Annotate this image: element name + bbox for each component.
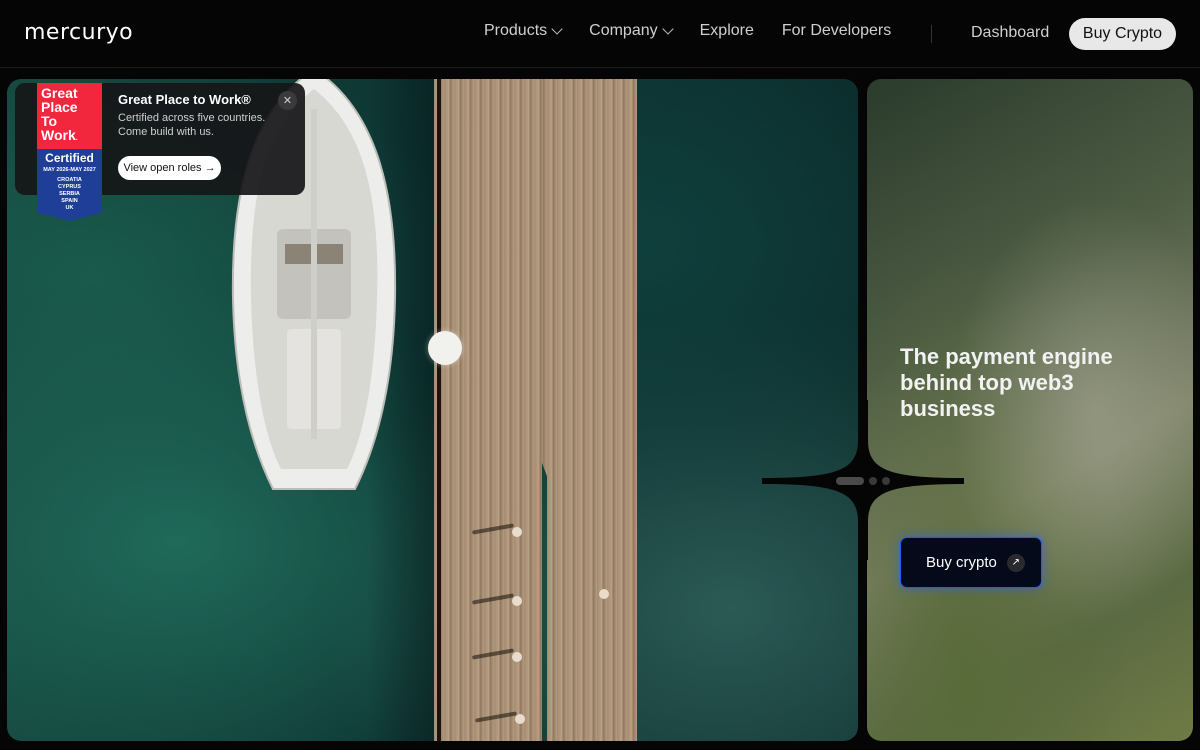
nav-for-developers-label: For Developers xyxy=(781,22,892,39)
buoy xyxy=(428,331,462,365)
chevron-down-icon xyxy=(551,23,563,35)
slider-dot-active[interactable] xyxy=(836,477,864,485)
nav-company-label: Company xyxy=(589,22,658,39)
arrow-up-right-icon: ↗ xyxy=(1006,553,1025,572)
person-figure xyxy=(599,589,609,599)
slider-pagination xyxy=(836,477,890,485)
nav-explore[interactable]: Explore xyxy=(700,22,754,40)
person-figure xyxy=(512,652,522,662)
badge-country: UK xyxy=(65,205,74,211)
badge-line: Work. xyxy=(41,127,78,143)
chevron-down-icon xyxy=(661,23,674,35)
badge-certified-label: Certified xyxy=(45,151,94,165)
badge-line: Great xyxy=(41,85,78,101)
badge-logo: Great Place To Work. xyxy=(37,83,102,149)
close-icon[interactable]: ✕ xyxy=(278,91,297,110)
badge-line-text: Work xyxy=(41,127,76,143)
nav-links: Products Company Explore For Developers xyxy=(484,22,891,40)
badge-line: Place xyxy=(41,99,78,115)
badge-country: CROATIA xyxy=(57,177,82,183)
buy-crypto-button[interactable]: Buy Crypto xyxy=(1069,18,1176,50)
nav-products[interactable]: Products xyxy=(484,22,563,40)
badge-certified: Certified MAY 2026-MAY 2027 CROATIA CYPR… xyxy=(37,149,102,221)
badge-dates: MAY 2026-MAY 2027 xyxy=(43,167,96,173)
award-subtitle: Certified across five countries. Come bu… xyxy=(118,112,266,138)
view-open-roles-button[interactable]: View open roles → xyxy=(118,156,221,180)
top-nav: mercuryo Products Company Explore For De… xyxy=(0,0,1200,68)
person-figure xyxy=(512,527,522,537)
mercuryo-logo[interactable]: mercuryo xyxy=(24,20,133,45)
great-place-to-work-badge: Great Place To Work. Certified MAY 2026-… xyxy=(37,83,102,221)
nav-company[interactable]: Company xyxy=(589,22,674,40)
wooden-dock xyxy=(434,79,542,741)
award-title: Great Place to Work® xyxy=(118,92,251,107)
nav-for-developers[interactable]: For Developers xyxy=(782,22,891,40)
dock-edge xyxy=(437,79,441,741)
badge-country: SERBIA xyxy=(59,191,80,197)
badge-countries: CROATIA CYPRUS SERBIA SPAIN UK xyxy=(37,177,102,212)
person-figure xyxy=(512,596,522,606)
nav-divider xyxy=(931,25,932,43)
slider-dot[interactable] xyxy=(882,477,890,485)
badge-country: SPAIN xyxy=(61,198,78,204)
badge-country: CYPRUS xyxy=(58,184,81,190)
badge-line: To xyxy=(41,113,58,129)
slider-dot[interactable] xyxy=(869,477,877,485)
nav-products-label: Products xyxy=(484,22,548,39)
person-figure xyxy=(515,714,525,724)
dashboard-link[interactable]: Dashboard xyxy=(971,24,1049,42)
nav-explore-label: Explore xyxy=(699,22,754,39)
